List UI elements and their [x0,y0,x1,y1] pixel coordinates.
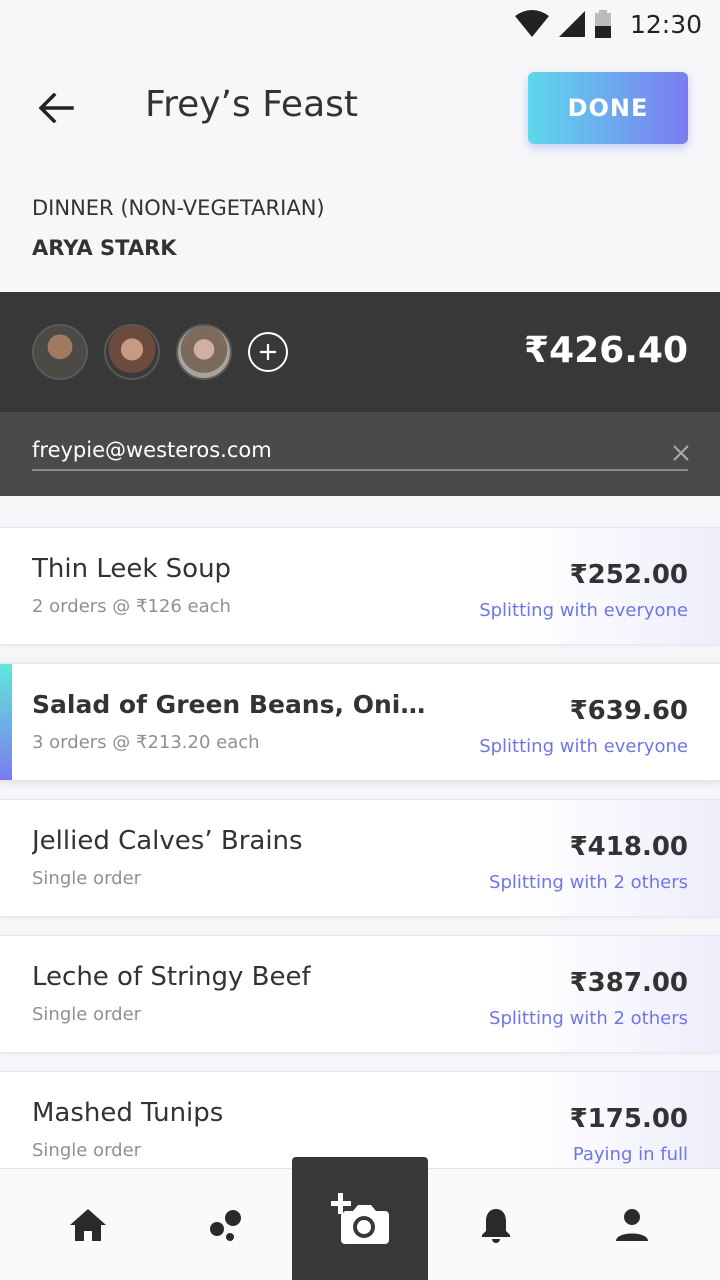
list-item-selected[interactable]: Salad of Green Beans, Onions... 3 orders… [0,663,720,781]
item-order-info: 3 orders @ ₹213.20 each [32,732,260,753]
nav-profile[interactable] [612,1205,652,1245]
item-order-info: Single order [32,1004,142,1025]
back-button[interactable] [30,82,82,134]
signal-icon [558,11,585,37]
bottom-nav [0,1157,720,1280]
avatar[interactable] [104,324,160,380]
email-panel [0,412,720,496]
add-photo-icon [331,1193,389,1244]
home-icon [70,1209,106,1241]
item-name: Jellied Calves’ Brains [32,826,303,856]
email-underline [32,469,688,471]
item-order-info: 2 orders @ ₹126 each [32,596,231,617]
status-time: 12:30 [629,9,702,39]
person-name: ARYA STARK [32,236,177,260]
nav-notifications[interactable] [476,1205,516,1245]
avatar[interactable] [176,324,232,380]
item-name: Thin Leek Soup [32,554,232,584]
meal-type: DINNER (NON-VEGETARIAN) [32,196,325,220]
item-split-status[interactable]: Splitting with 2 others [489,872,688,893]
app-header: Frey’s Feast DONE [0,60,720,156]
bell-icon [482,1209,510,1243]
item-price: ₹175.00 [569,1104,688,1134]
list-item[interactable]: Leche of Stringy Beef Single order ₹387.… [0,935,720,1053]
clear-email-button[interactable] [670,442,692,464]
page-title: Frey’s Feast [145,84,359,125]
item-name: Leche of Stringy Beef [32,962,311,992]
email-input[interactable] [32,432,662,468]
selection-indicator [0,664,12,780]
arrow-left-icon [38,93,74,123]
done-button[interactable]: DONE [528,72,688,144]
status-bar: 12:30 [0,0,720,48]
add-photo-button[interactable] [292,1157,428,1280]
nav-home[interactable] [68,1205,108,1245]
list-item[interactable]: Thin Leek Soup 2 orders @ ₹126 each ₹252… [0,527,720,645]
item-split-status[interactable]: Splitting with everyone [479,736,688,757]
wifi-icon [514,10,549,37]
item-split-status[interactable]: Paying in full [573,1144,688,1165]
person-icon [616,1209,648,1241]
item-price: ₹387.00 [569,968,688,998]
item-price: ₹639.60 [569,696,688,726]
plus-icon [260,344,276,360]
item-price: ₹252.00 [569,560,688,590]
battery-icon [594,10,611,38]
item-order-info: Single order [32,1140,142,1161]
item-split-status[interactable]: Splitting with everyone [479,600,688,621]
item-price: ₹418.00 [569,832,688,862]
item-name: Salad of Green Beans, Onions... [32,690,442,719]
item-split-status[interactable]: Splitting with 2 others [489,1008,688,1029]
item-name: Mashed Tunips [32,1098,224,1128]
total-amount: ₹426.40 [524,330,688,371]
nav-bubbles[interactable] [204,1205,244,1245]
add-person-button[interactable] [248,332,288,372]
avatar[interactable] [32,324,88,380]
bubbles-icon [210,1210,241,1241]
split-summary-panel: ₹426.40 [0,292,720,412]
list-item[interactable]: Jellied Calves’ Brains Single order ₹418… [0,799,720,917]
item-order-info: Single order [32,868,142,889]
close-icon [673,445,689,461]
